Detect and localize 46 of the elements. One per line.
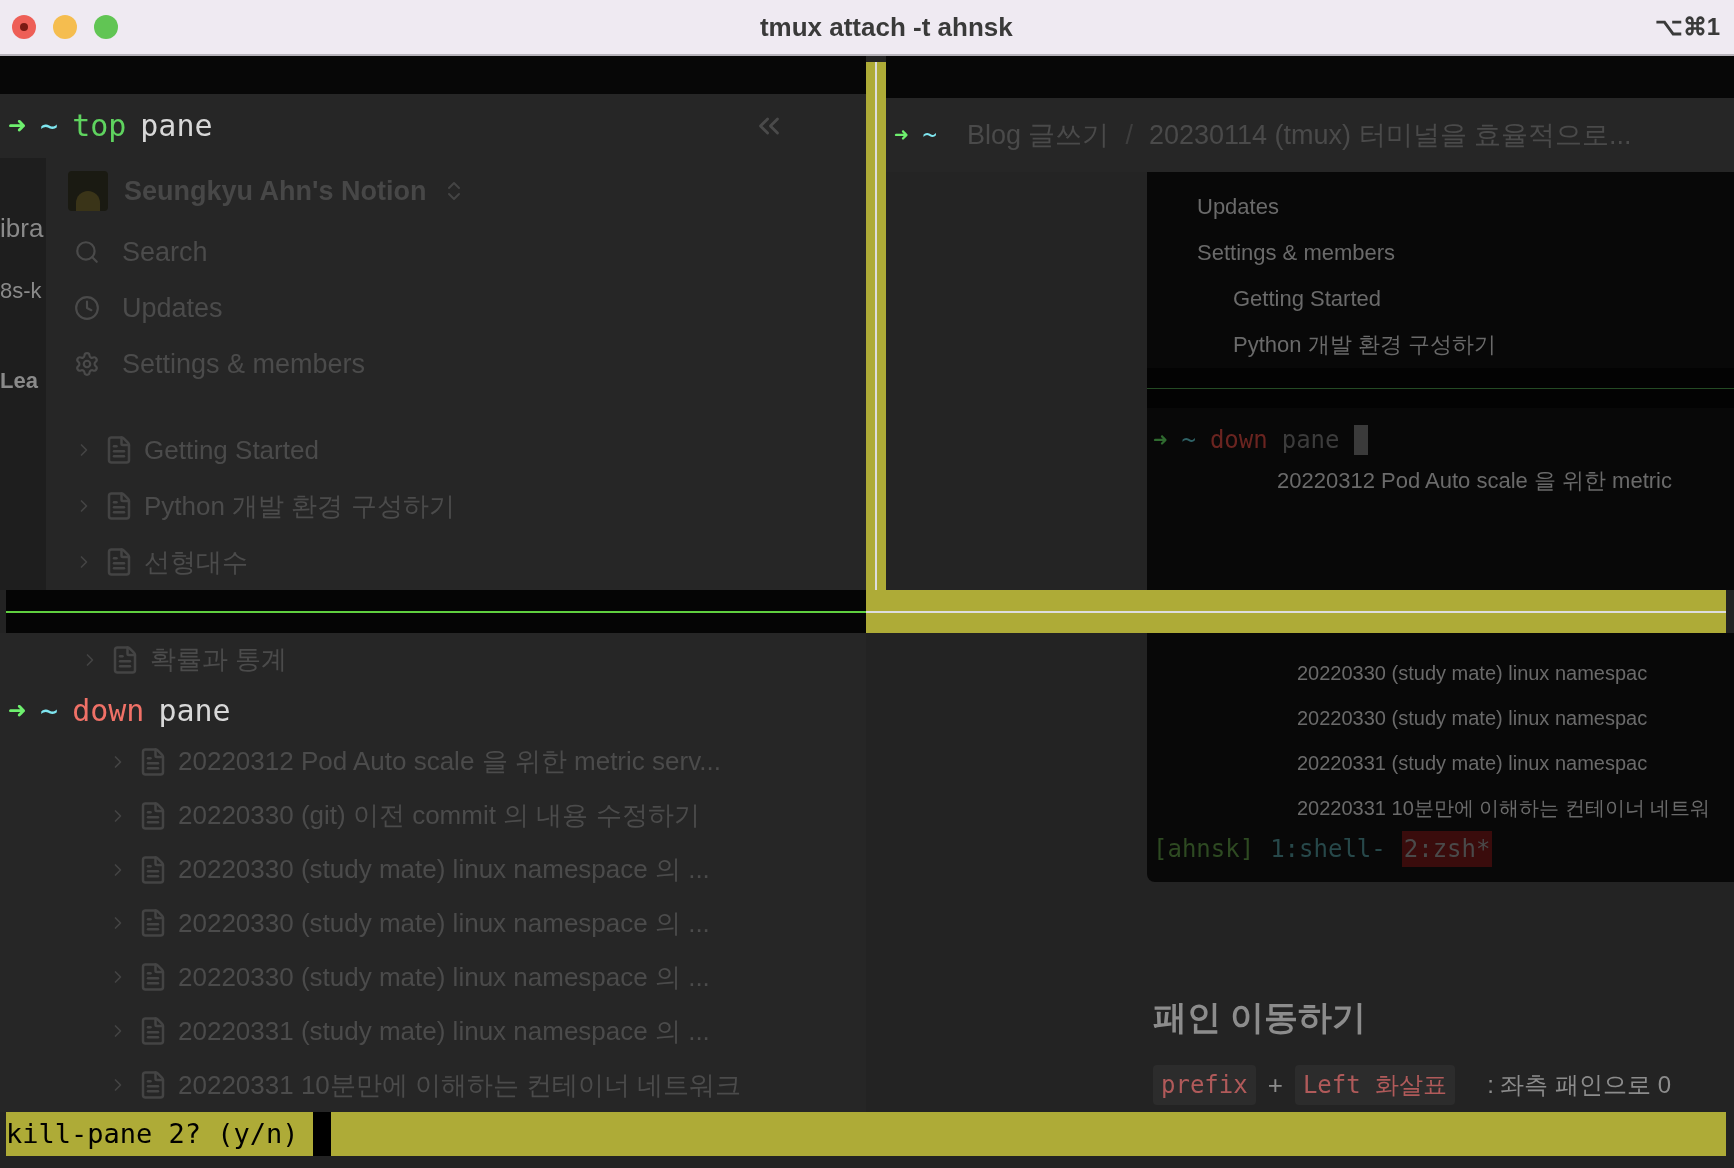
close-button[interactable] [12,15,36,39]
cursor-block [312,1112,331,1156]
faint-line: Python 개발 환경 구성하기 [1232,331,1497,359]
argument-text: pane [140,107,213,146]
prompt-directory: ~ [40,107,59,146]
background-fragment: ibra [0,212,45,245]
faint-line: 20220312 Pod Auto scale 을 위한 metric [1276,467,1673,495]
command-text: down [1209,425,1268,456]
breadcrumb-separator: / [1125,118,1133,152]
argument-text: pane [158,692,231,731]
clock-icon [74,295,100,321]
faint-line: 20220331 (study mate) linux namespac [1297,751,1649,776]
avatar [68,171,108,211]
prompt-arrow: ➜ [894,120,909,151]
prompt-directory: ~ [1181,425,1196,456]
minimize-button[interactable] [53,15,77,39]
background-fragment: 8s-k [0,277,43,305]
shortcut-label: ⌥⌘1 [1654,12,1721,42]
section-heading: 패인 이동하기 [1152,997,1368,1038]
faint-line: Updates [1197,193,1280,221]
prompt-directory: ~ [40,692,59,731]
settings-icon [74,351,100,377]
cursor-block [1353,425,1368,455]
key-code: Left 화살표 [1294,1065,1456,1105]
prompt-arrow: ➜ [8,107,27,146]
status-message: kill-pane 2? (y/n) [6,1116,300,1151]
faint-line: 20220330 (study mate) linux namespac [1297,706,1649,731]
search-icon [74,239,100,265]
faint-line: 20220331 10분만에 이해하는 컨테이너 네트워 [1297,796,1712,821]
window-tab[interactable]: 2:zsh* [1401,831,1493,867]
zoom-button[interactable] [94,15,118,39]
prompt-arrow: ➜ [8,692,27,731]
prompt-arrow: ➜ [1153,425,1168,456]
plus-sign: + [1267,1068,1283,1102]
faint-line: 20220330 (study mate) linux namespac [1297,661,1649,686]
window-tab[interactable]: 1:shell- [1270,831,1386,867]
key-code: prefix [1153,1065,1256,1105]
prompt-directory: ~ [922,120,937,151]
command-text: down [72,692,145,731]
faint-line: Getting Started [1232,285,1382,313]
shortcut-description: : 좌측 패인으로 0 [1486,1070,1672,1100]
faint-line: Settings & members [1197,239,1397,267]
command-text: top [72,107,127,146]
window-title: tmux attach -t ahnsk [759,10,1013,44]
session-name: [ahnsk] [1153,834,1255,865]
background-fragment: Lea [0,367,39,395]
